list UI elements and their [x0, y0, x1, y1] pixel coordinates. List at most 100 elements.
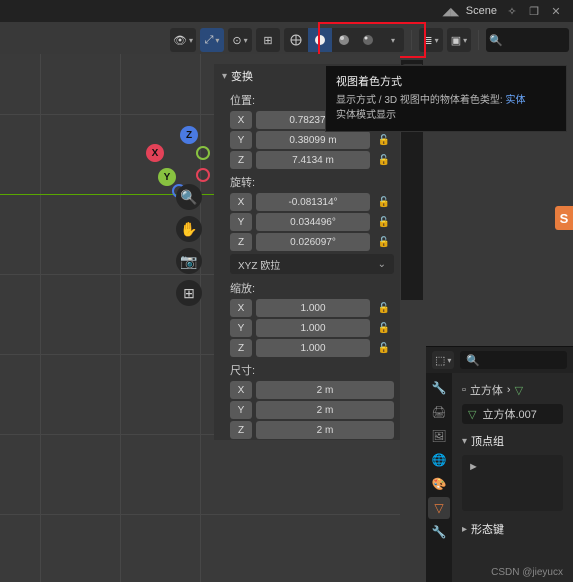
- scl-y-value[interactable]: 1.000: [256, 319, 370, 337]
- rendered-shading-button[interactable]: [356, 28, 380, 52]
- rot-z-axis[interactable]: Z: [230, 233, 252, 251]
- addon-icon[interactable]: S: [555, 206, 573, 230]
- chevron-down-icon: ▾: [222, 71, 227, 82]
- lock-icon[interactable]: 🔓: [374, 319, 394, 337]
- object-data-tab-icon[interactable]: ▽: [428, 497, 450, 519]
- lock-icon[interactable]: 🔓: [374, 299, 394, 317]
- duplicate-icon[interactable]: ❐: [527, 4, 541, 18]
- tool-tab-icon[interactable]: 🔧: [428, 377, 450, 399]
- gizmo-dropdown[interactable]: ⤢▾: [200, 28, 224, 52]
- dim-x-axis[interactable]: X: [230, 381, 252, 399]
- tooltip-line2: 实体模式显示: [336, 108, 556, 123]
- shading-options-dropdown[interactable]: ▾: [380, 28, 404, 52]
- rotation-mode-select[interactable]: XYZ 欧拉 ⌄: [230, 254, 394, 274]
- modifier-tab-icon[interactable]: 🔧: [428, 521, 450, 543]
- editor-type-select[interactable]: ⬚▾: [432, 351, 454, 369]
- loc-x-axis[interactable]: X: [230, 111, 252, 129]
- filter-dropdown[interactable]: ≣▾: [419, 28, 443, 52]
- viewport-toolbar: 👁▾ ⤢▾ ⊙▾ ⊞ ▾ ≣▾ ▣▾ 🔍: [170, 25, 569, 55]
- loc-y-axis[interactable]: Y: [230, 131, 252, 149]
- breadcrumb-cube: 立方体: [470, 382, 503, 398]
- app-header: ◢◣ Scene ✧ ❐ ✕: [0, 0, 573, 22]
- watermark-line1: CSDN @jieyucx: [491, 567, 563, 578]
- vertex-groups-label: 顶点组: [471, 433, 504, 449]
- viewport-tools: 🔍 ✋ 📷 ⊞: [176, 184, 202, 306]
- gizmo-neg-x[interactable]: [196, 168, 210, 182]
- watermark: CSDN @jieyucx: [491, 567, 563, 578]
- object-name-field[interactable]: ▽ 立方体.007: [462, 404, 563, 424]
- shading-tooltip: 视图着色方式 显示方式 / 3D 视图中的物体着色类型: 实体 实体模式显示: [325, 65, 567, 132]
- tooltip-line1: 显示方式 / 3D 视图中的物体着色类型: 实体: [336, 93, 556, 108]
- lock-icon[interactable]: 🔓: [374, 151, 394, 169]
- breadcrumb[interactable]: ▫ 立方体 › ▽: [458, 379, 567, 401]
- scene-icon: ◢◣: [444, 4, 458, 18]
- cube-icon: ▫: [462, 384, 466, 396]
- loc-z-value[interactable]: 7.4134 m: [256, 151, 370, 169]
- shape-keys-header[interactable]: ▸形态键: [458, 515, 567, 539]
- wireframe-shading-button[interactable]: [284, 28, 308, 52]
- scene-name[interactable]: Scene: [466, 5, 497, 17]
- rotation-mode-value: XYZ 欧拉: [238, 257, 280, 272]
- visibility-dropdown[interactable]: 👁▾: [170, 28, 196, 52]
- separator: [478, 30, 479, 50]
- dim-z-axis[interactable]: Z: [230, 421, 252, 439]
- scl-z-axis[interactable]: Z: [230, 339, 252, 357]
- gizmo-neg-y[interactable]: [196, 146, 210, 160]
- layers-dropdown[interactable]: ▣▾: [447, 28, 471, 52]
- gizmo-x-axis[interactable]: X: [146, 144, 164, 162]
- paint-tab-icon[interactable]: 🎨: [428, 473, 450, 495]
- gizmo-z-axis[interactable]: Z: [180, 126, 198, 144]
- play-icon[interactable]: ►: [468, 461, 479, 473]
- scl-x-axis[interactable]: X: [230, 299, 252, 317]
- rot-x-value[interactable]: -0.081314°: [256, 193, 370, 211]
- dim-z-value[interactable]: 2 m: [256, 421, 394, 439]
- loc-z-axis[interactable]: Z: [230, 151, 252, 169]
- xray-toggle[interactable]: ⊞: [256, 28, 280, 52]
- dim-y-value[interactable]: 2 m: [256, 401, 394, 419]
- search-button[interactable]: 🔍: [486, 28, 569, 52]
- scl-z-value[interactable]: 1.000: [256, 339, 370, 357]
- vertex-groups-list[interactable]: ►: [462, 455, 563, 511]
- rot-z-value[interactable]: 0.026097°: [256, 233, 370, 251]
- tooltip-title: 视图着色方式: [336, 74, 556, 91]
- output-tab-icon[interactable]: 🖨: [428, 401, 450, 423]
- panel-title: 变换: [231, 68, 253, 84]
- lock-icon[interactable]: 🔓: [374, 213, 394, 231]
- camera-tool[interactable]: 📷: [176, 248, 202, 274]
- scl-y-axis[interactable]: Y: [230, 319, 252, 337]
- pin-icon[interactable]: ✧: [505, 4, 519, 18]
- scale-label: 缩放:: [214, 276, 400, 298]
- chevron-icon: ⌄: [378, 259, 386, 270]
- pan-tool[interactable]: ✋: [176, 216, 202, 242]
- lock-icon[interactable]: 🔓: [374, 233, 394, 251]
- scene-tab-icon[interactable]: 🖼: [428, 425, 450, 447]
- object-name: 立方体.007: [482, 406, 536, 422]
- lock-icon[interactable]: 🔓: [374, 339, 394, 357]
- properties-body: ▫ 立方体 › ▽ ▽ 立方体.007 ▾ 顶点组 ► ▸形态键: [452, 373, 573, 582]
- gizmo-y-axis[interactable]: Y: [158, 168, 176, 186]
- loc-y-value[interactable]: 0.38099 m: [256, 131, 370, 149]
- properties-area: ⬚▾ 🔍 🔧 🖨 🖼 🌐 🎨 ▽ 🔧 ▫ 立方体 › ▽ ▽ 立方体.007 ▾…: [426, 346, 573, 582]
- shape-keys-label: 形态键: [471, 521, 504, 537]
- rot-y-axis[interactable]: Y: [230, 213, 252, 231]
- vertex-groups-header[interactable]: ▾ 顶点组: [458, 427, 567, 451]
- lock-icon[interactable]: 🔓: [374, 193, 394, 211]
- overlays-dropdown[interactable]: ⊙▾: [228, 28, 252, 52]
- rot-x-axis[interactable]: X: [230, 193, 252, 211]
- matcap-shading-button[interactable]: [332, 28, 356, 52]
- mesh-icon: ▽: [515, 384, 523, 397]
- dim-x-value[interactable]: 2 m: [256, 381, 394, 399]
- chevron-right-icon: ›: [507, 384, 511, 396]
- zoom-tool[interactable]: 🔍: [176, 184, 202, 210]
- dim-y-axis[interactable]: Y: [230, 401, 252, 419]
- rot-y-value[interactable]: 0.034496°: [256, 213, 370, 231]
- world-tab-icon[interactable]: 🌐: [428, 449, 450, 471]
- shading-mode-group: ▾: [284, 28, 404, 52]
- lock-icon[interactable]: 🔓: [374, 131, 394, 149]
- chevron-down-icon: ▾: [462, 436, 467, 447]
- solid-shading-button[interactable]: [308, 28, 332, 52]
- perspective-tool[interactable]: ⊞: [176, 280, 202, 306]
- scl-x-value[interactable]: 1.000: [256, 299, 370, 317]
- close-icon[interactable]: ✕: [549, 4, 563, 18]
- outliner-search[interactable]: 🔍: [460, 351, 567, 369]
